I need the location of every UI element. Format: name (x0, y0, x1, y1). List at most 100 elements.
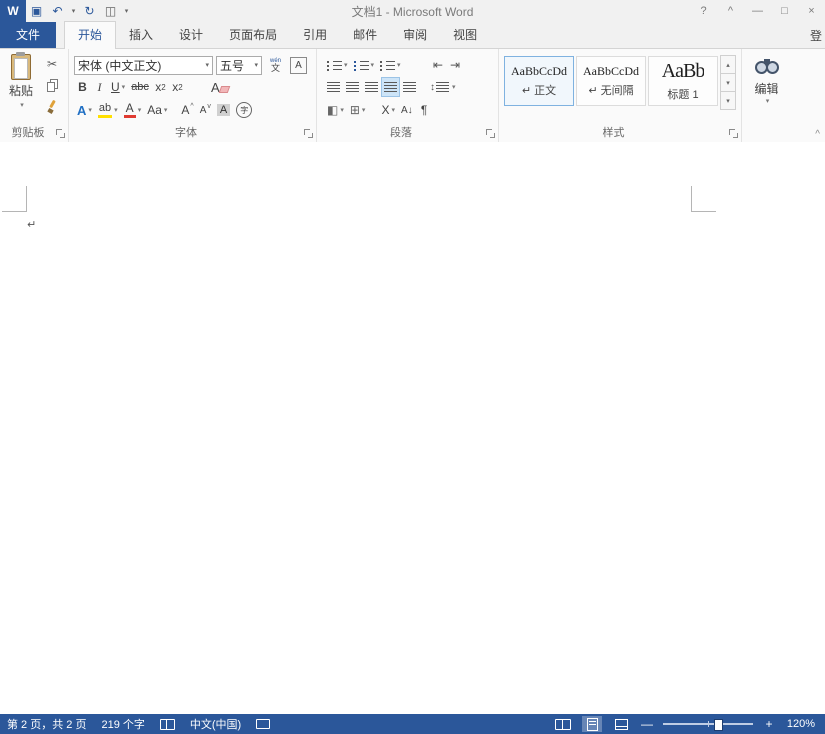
zoom-slider-thumb[interactable] (714, 719, 723, 731)
close-button[interactable]: × (798, 0, 825, 22)
phonetic-guide-button[interactable]: wén 文 (267, 55, 284, 75)
tab-insert[interactable]: 插入 (116, 22, 166, 48)
character-shading-button[interactable]: A (214, 100, 233, 120)
styles-scroll-down-button[interactable]: ▾ (720, 73, 736, 92)
ribbon-tab-row: 文件 开始 插入 设计 页面布局 引用 邮件 审阅 视图 (0, 22, 825, 48)
help-button[interactable]: ? (690, 0, 717, 22)
tab-file[interactable]: 文件 (0, 22, 56, 48)
title-bar: W ▣ ↶ ▾ ↻ ◫ ▾ 文档1 - Microsoft Word ? ^ —… (0, 0, 825, 22)
format-painter-button[interactable] (42, 97, 62, 115)
font-name-select[interactable]: 宋体 (中文正文) ▾ (74, 56, 213, 75)
undo-dropdown-icon[interactable]: ▾ (68, 0, 79, 22)
scissors-icon: ✂ (47, 57, 57, 71)
paragraph-dialog-launcher[interactable] (486, 129, 495, 138)
increase-indent-button[interactable]: ⇥ (447, 55, 464, 75)
style-heading-1[interactable]: AaBb 标题 1 (648, 56, 718, 106)
quick-access-toolbar: W ▣ ↶ ▾ ↻ ◫ ▾ (0, 0, 132, 22)
tab-home[interactable]: 开始 (64, 21, 116, 49)
style-normal[interactable]: AaBbCcDd ↵ 正文 (504, 56, 574, 106)
word-count-indicator[interactable]: 219 个字 (101, 716, 144, 732)
web-layout-button[interactable] (611, 716, 631, 732)
superscript-button[interactable]: x2 (169, 77, 186, 97)
font-dialog-launcher[interactable] (304, 129, 313, 138)
enclose-characters-button[interactable]: 字 (233, 100, 255, 120)
tab-design[interactable]: 设计 (166, 22, 216, 48)
sort-button[interactable]: A↓ (398, 100, 416, 120)
touch-mode-button[interactable]: ◫ (100, 0, 121, 22)
redo-button[interactable]: ↻ (79, 0, 100, 22)
bullets-button[interactable]: ▾ (324, 55, 351, 75)
zoom-out-button[interactable]: — (640, 717, 654, 731)
clipboard-mini-buttons: ✂ (42, 55, 62, 115)
input-mode-indicator[interactable] (256, 719, 270, 729)
tab-view[interactable]: 视图 (440, 22, 490, 48)
copy-icon (47, 79, 58, 92)
strikethrough-button[interactable]: abc (128, 77, 152, 97)
tab-references[interactable]: 引用 (290, 22, 340, 48)
clear-formatting-button[interactable]: A (208, 77, 231, 97)
text-highlight-color-button[interactable]: ab ▾ (95, 100, 121, 120)
chevron-down-icon: ▾ (766, 97, 770, 105)
subscript-button[interactable]: x2 (152, 77, 169, 97)
italic-button[interactable]: I (91, 77, 108, 97)
editing-button[interactable]: 编辑 ▾ (744, 55, 789, 123)
underline-button[interactable]: U ▾ (108, 77, 128, 97)
bold-button[interactable]: B (74, 77, 91, 97)
tab-page-layout[interactable]: 页面布局 (216, 22, 290, 48)
zoom-level-indicator[interactable]: 120% (785, 718, 815, 730)
justify-button[interactable] (381, 77, 400, 97)
document-area[interactable]: ↵ (0, 142, 825, 714)
borders-button[interactable]: ⊞▾ (347, 100, 369, 120)
zoom-in-button[interactable]: + (762, 717, 776, 731)
cut-button[interactable]: ✂ (42, 55, 62, 73)
chevron-down-icon: ▾ (122, 83, 126, 91)
paste-button[interactable]: 粘贴 ▾ (2, 54, 40, 118)
numbering-button[interactable]: ▾ (351, 55, 378, 75)
clipboard-dialog-launcher[interactable] (56, 129, 65, 138)
font-color-button[interactable]: A ▾ (121, 100, 145, 120)
text-effects-button[interactable]: A ▾ (74, 100, 95, 120)
sign-in-link[interactable]: 登 (810, 27, 822, 44)
copy-button[interactable] (42, 76, 62, 94)
zoom-slider[interactable] (663, 723, 753, 725)
shrink-font-button[interactable]: Av (197, 100, 214, 120)
ribbon-display-options-button[interactable]: ^ (717, 0, 744, 22)
proofing-status-button[interactable] (160, 719, 175, 730)
customize-qat-button[interactable]: ▾ (121, 0, 132, 22)
read-mode-button[interactable] (553, 716, 573, 732)
styles-scroll-up-button[interactable]: ▴ (720, 55, 736, 74)
asian-layout-button[interactable]: X▾ (378, 100, 398, 120)
undo-button[interactable]: ↶ (47, 0, 68, 22)
style-preview: AaBbCcDd (511, 64, 567, 79)
word-logo-icon[interactable]: W (0, 0, 26, 22)
grow-font-button[interactable]: A^ (178, 100, 196, 120)
align-right-button[interactable] (362, 77, 381, 97)
save-button[interactable]: ▣ (26, 0, 47, 22)
show-hide-marks-button[interactable]: ¶ (416, 100, 433, 120)
borders-icon: ⊞ (350, 103, 360, 117)
align-left-button[interactable] (324, 77, 343, 97)
styles-group: AaBbCcDd ↵ 正文 AaBbCcDd ↵ 无间隔 AaBb 标题 1 ▴… (498, 49, 742, 142)
multilevel-list-button[interactable]: ▾ (377, 55, 404, 75)
page-number-indicator[interactable]: 第 2 页，共 2 页 (7, 716, 86, 732)
align-center-button[interactable] (343, 77, 362, 97)
language-indicator[interactable]: 中文(中国) (190, 716, 241, 732)
justify-icon (384, 82, 397, 92)
styles-dialog-launcher[interactable] (729, 129, 738, 138)
tab-review[interactable]: 审阅 (390, 22, 440, 48)
character-border-button[interactable]: A (287, 55, 310, 75)
collapse-ribbon-button[interactable]: ^ (815, 130, 820, 140)
distribute-button[interactable] (400, 77, 419, 97)
editing-label: 编辑 (754, 80, 778, 97)
print-layout-button[interactable] (582, 716, 602, 732)
styles-more-button[interactable]: ▾ (720, 91, 736, 110)
decrease-indent-button[interactable]: ⇤ (430, 55, 447, 75)
shading-button[interactable]: ◧▾ (324, 100, 347, 120)
line-spacing-button[interactable]: ↕ ▾ (427, 77, 459, 97)
maximize-button[interactable]: □ (771, 0, 798, 22)
tab-mailings[interactable]: 邮件 (340, 22, 390, 48)
font-size-select[interactable]: 五号 ▾ (216, 56, 262, 75)
minimize-button[interactable]: — (744, 0, 771, 22)
style-no-spacing[interactable]: AaBbCcDd ↵ 无间隔 (576, 56, 646, 106)
change-case-button[interactable]: Aa ▾ (144, 100, 170, 120)
